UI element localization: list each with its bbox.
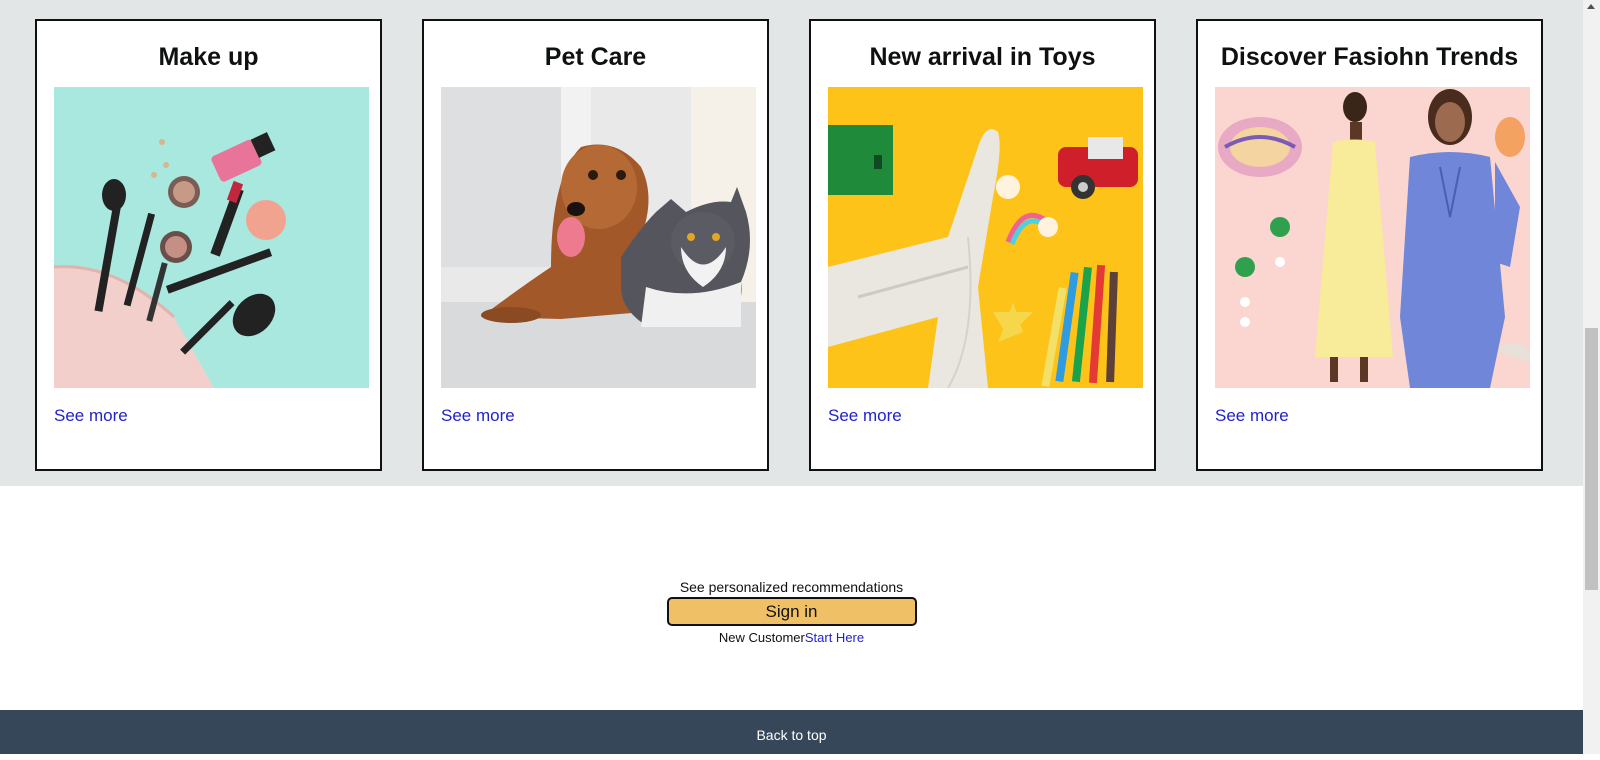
card-title: Make up [158,43,259,71]
card-pet-care: Pet Care See more [422,19,769,471]
new-customer-line: New CustomerStart Here [0,630,1583,645]
new-customer-text: New Customer [718,630,805,645]
card-title: Pet Care [544,43,647,71]
toys-image[interactable] [828,87,1143,388]
card-title: New arrival in Toys [869,43,1096,71]
page-content: Make up See more Pet Care See more New a… [0,0,1583,754]
vertical-scrollbar[interactable] [1583,0,1600,754]
makeup-products-image[interactable] [54,87,369,388]
card-fashion: Discover Fasiohn Trends See more [1196,19,1543,471]
see-more-link[interactable]: See more [828,406,902,426]
signin-section: See personalized recommendations Sign in… [0,578,1583,645]
start-here-link[interactable]: Start Here [805,630,864,645]
see-more-link[interactable]: See more [1215,406,1289,426]
card-title: Discover Fasiohn Trends [1220,43,1519,71]
personalized-recommendations-text: See personalized recommendations [679,579,904,595]
card-toys: New arrival in Toys See more [809,19,1156,471]
see-more-link[interactable]: See more [54,406,128,426]
dog-and-cat-image[interactable] [441,87,756,388]
fashion-models-image[interactable] [1215,87,1530,388]
scrollbar-thumb[interactable] [1585,328,1598,590]
scroll-up-arrow-icon[interactable] [1587,4,1595,9]
card-makeup: Make up See more [35,19,382,471]
sign-in-button[interactable]: Sign in [666,597,917,626]
see-more-link[interactable]: See more [441,406,515,426]
back-to-top-button[interactable]: Back to top [0,710,1583,754]
category-cards-band: Make up See more Pet Care See more New a… [0,0,1583,486]
